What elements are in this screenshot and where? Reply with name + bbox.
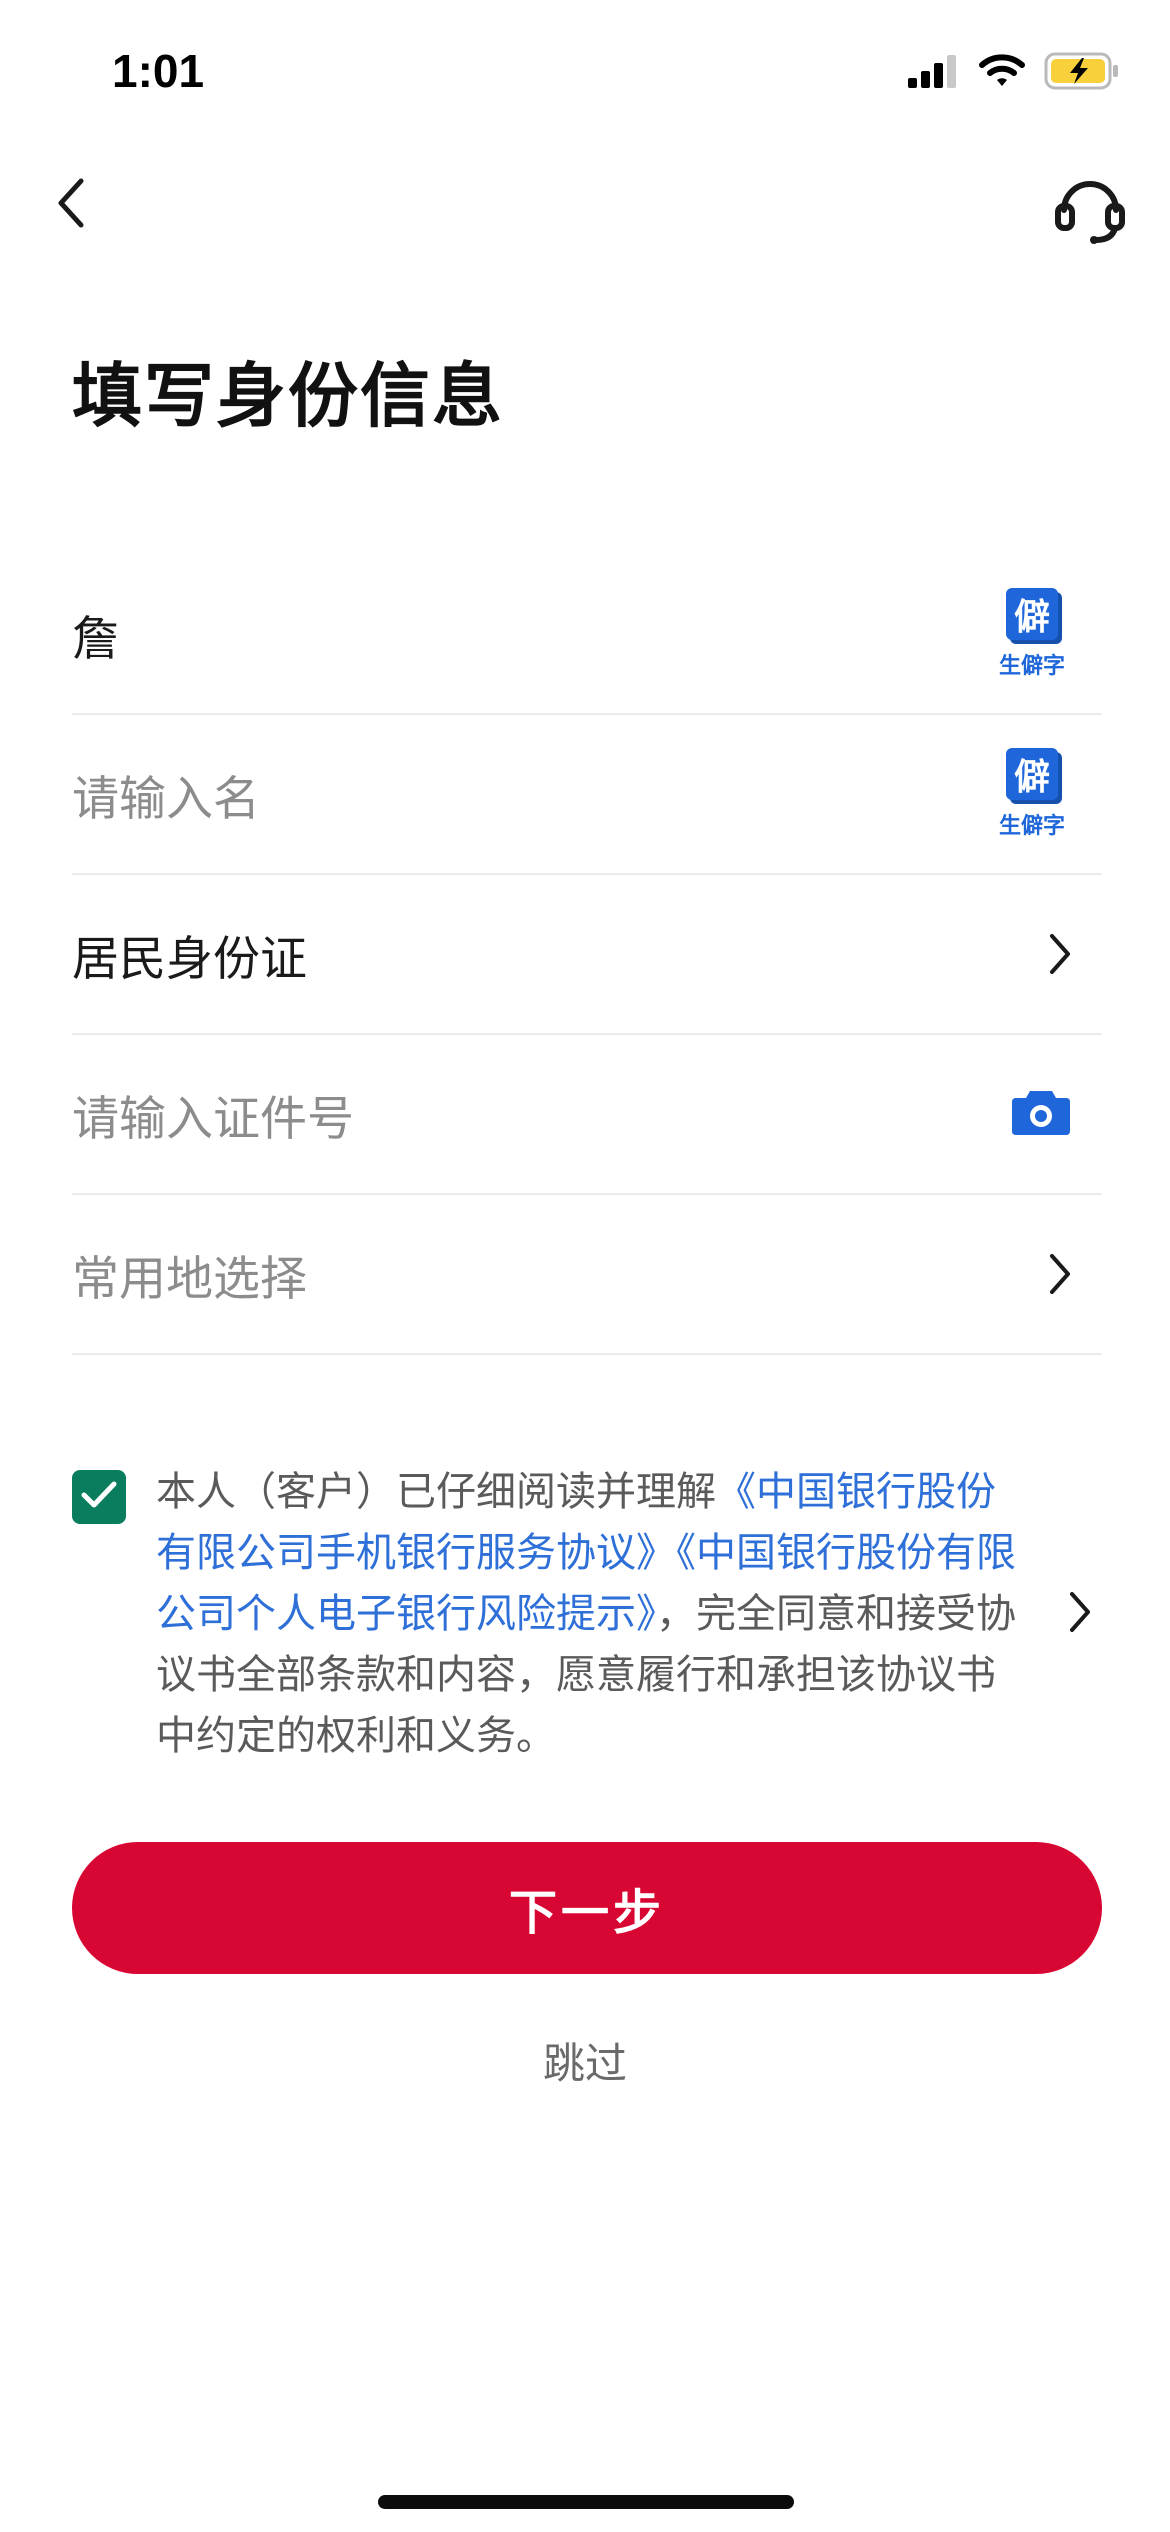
nav-bar (0, 150, 1170, 260)
back-button[interactable] (40, 172, 100, 238)
id-type-value: 居民身份证 (72, 931, 307, 987)
surname-value[interactable]: 詹 (72, 600, 119, 669)
agreement-text: 本人（客户）已仔细阅读并理解《中国银行股份有限公司手机银行服务协议》《中国银行股… (156, 1462, 1026, 1767)
signal-icon (908, 54, 960, 92)
region-selector[interactable]: 常用地选择 (72, 1195, 1102, 1355)
skip-link[interactable]: 跳过 (0, 2030, 1170, 2091)
rare-char-button-surname[interactable]: 僻 生僻字 (992, 588, 1072, 680)
battery-icon (1044, 52, 1120, 94)
camera-button[interactable] (1010, 1035, 1072, 1193)
id-number-input[interactable]: 请输入证件号 (72, 1080, 354, 1149)
check-icon (80, 1480, 118, 1514)
given-name-input[interactable]: 请输入名 (72, 760, 260, 829)
given-name-field[interactable]: 请输入名 僻 生僻字 (72, 715, 1102, 875)
home-indicator (378, 2495, 794, 2509)
rare-char-button-given-name[interactable]: 僻 生僻字 (992, 748, 1072, 840)
id-type-selector[interactable]: 居民身份证 (72, 875, 1102, 1035)
chevron-right-icon (1068, 1590, 1092, 1638)
region-placeholder: 常用地选择 (72, 1251, 307, 1307)
rare-char-label: 生僻字 (998, 814, 1065, 839)
surname-field[interactable]: 詹 僻 生僻字 (72, 555, 1102, 715)
identity-form: 詹 僻 生僻字 请输入名 僻 生僻字 居民身份证 请输入证件号 常用地选择 (72, 555, 1102, 1355)
wifi-icon (978, 53, 1026, 93)
agreement-checkbox[interactable] (72, 1470, 126, 1524)
customer-service-button[interactable] (1050, 170, 1130, 250)
camera-icon (1010, 1087, 1072, 1141)
rare-char-icon: 僻 (1006, 748, 1058, 800)
page-title: 填写身份信息 (72, 355, 504, 437)
rare-char-label: 生僻字 (998, 654, 1065, 679)
status-bar: 1:01 (0, 0, 1170, 150)
id-number-field[interactable]: 请输入证件号 (72, 1035, 1102, 1195)
headset-icon (1052, 170, 1128, 250)
chevron-right-icon (1048, 1195, 1072, 1353)
status-icons (908, 52, 1120, 94)
agreement-prefix: 本人（客户）已仔细阅读并理解 (156, 1469, 716, 1515)
chevron-right-icon (1048, 875, 1072, 1033)
chevron-left-icon (55, 177, 85, 233)
status-time: 1:01 (112, 45, 205, 97)
next-step-button[interactable]: 下一步 (72, 1842, 1102, 1974)
rare-char-icon: 僻 (1006, 588, 1058, 640)
agreement-detail-button[interactable] (1060, 1584, 1100, 1644)
